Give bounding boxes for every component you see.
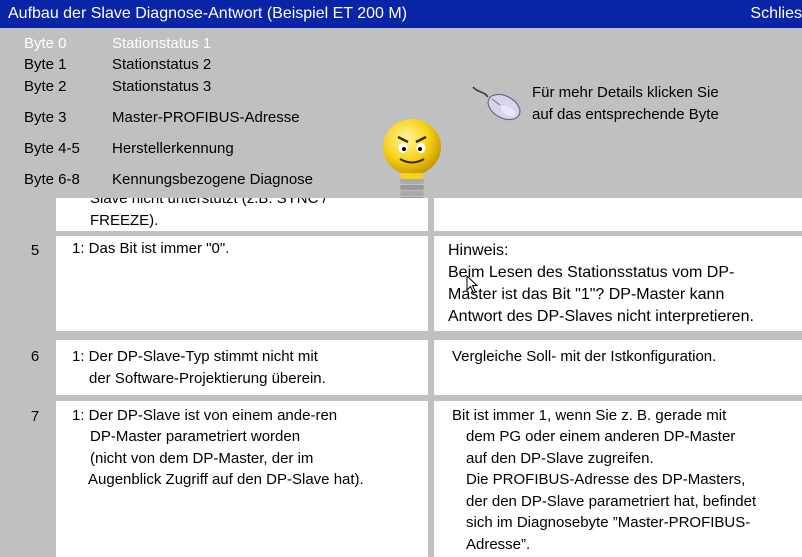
partial-line-1: Slave nicht unterstützt (z.B. SYNC / xyxy=(90,198,327,207)
remedy-line: auf den DP-Slave zugreifen. xyxy=(466,450,654,467)
remedy-line: Adresse”. xyxy=(466,536,531,553)
remedy-line: der den DP-Slave parametriert hat, befin… xyxy=(466,493,757,510)
mouse-icon xyxy=(472,86,521,121)
hint-text: Für mehr Details klicken Sie auf das ent… xyxy=(532,82,719,126)
byte-number: Byte 3 xyxy=(24,109,67,126)
partial-line-2: FREEZE). xyxy=(90,212,159,229)
remedy-cell: Bit ist immer 1, wenn Sie z. B. gerade m… xyxy=(434,401,802,557)
byte-label: Stationstatus 2 xyxy=(112,56,212,73)
meaning-line: 1: Das Bit ist immer "0". xyxy=(72,240,230,257)
window-title: Aufbau der Slave Diagnose-Antwort (Beisp… xyxy=(8,5,408,22)
remedy-line: Die PROFIBUS-Adresse des DP-Masters, xyxy=(466,471,746,488)
byte-label: Herstellerkennung xyxy=(112,140,234,157)
close-button[interactable]: Schlies xyxy=(750,0,802,28)
byte-label: Kennungsbezogene Diagnose xyxy=(112,171,313,188)
byte-number: Byte 6-8 xyxy=(24,171,80,188)
remedy-line: dem PG oder einem anderen DP-Master xyxy=(466,428,736,445)
meaning-line: DP-Master parametriert worden xyxy=(90,428,301,445)
byte-number: Byte 0 xyxy=(24,35,67,52)
meaning-line: 1: Der DP-Slave ist von einem ande-ren xyxy=(72,407,338,424)
bit-number: 7 xyxy=(30,408,40,425)
remedy-line: Master ist das Bit "1"? DP-Master kann xyxy=(448,286,725,303)
partial-remedy-cell xyxy=(434,198,802,231)
hint-line-2: auf das entsprechende Byte xyxy=(532,106,719,123)
meaning-line: (nicht von dem DP-Master, der im xyxy=(90,450,314,467)
remedy-line: Antwort des DP-Slaves nicht interpretier… xyxy=(448,308,754,325)
remedy-line: Vergleiche Soll- mit der Istkonfiguratio… xyxy=(452,348,717,365)
meaning-cell: 1: Das Bit ist immer "0". xyxy=(56,236,428,331)
byte-overview: Byte 0 Stationstatus 1 Byte 1 Stationsta… xyxy=(0,28,802,210)
meaning-line: Augenblick Zugriff auf den DP-Slave hat)… xyxy=(88,471,364,488)
bit-number: 5 xyxy=(30,242,40,259)
byte-label: Stationstatus 1 xyxy=(112,35,212,52)
byte-number: Byte 4-5 xyxy=(24,140,80,157)
meaning-line: der Software-Projektierung überein. xyxy=(89,370,326,387)
hint-line-1: Für mehr Details klicken Sie xyxy=(532,84,719,101)
meaning-cell: 1: Der DP-Slave ist von einem ande-ren D… xyxy=(56,401,428,557)
bit-number: 6 xyxy=(30,348,40,365)
remedy-cell: Vergleiche Soll- mit der Istkonfiguratio… xyxy=(434,340,802,395)
byte-label: Stationstatus 3 xyxy=(112,78,212,95)
remedy-line: Bit ist immer 1, wenn Sie z. B. gerade m… xyxy=(452,407,727,424)
title-bar: Aufbau der Slave Diagnose-Antwort (Beisp… xyxy=(0,0,802,28)
diagnosis-table: Slave nicht unterstützt (z.B. SYNC / FRE… xyxy=(0,198,802,557)
cursor-arrow-icon xyxy=(466,275,479,294)
remedy-cell: Hinweis: Beim Lesen des Stationsstatus v… xyxy=(434,236,802,331)
byte-number: Byte 2 xyxy=(24,78,67,95)
meaning-cell: 1: Der DP-Slave-Typ stimmt nicht mit der… xyxy=(56,340,428,395)
partial-meaning-cell: Slave nicht unterstützt (z.B. SYNC / FRE… xyxy=(56,198,428,231)
meaning-line: 1: Der DP-Slave-Typ stimmt nicht mit xyxy=(72,348,318,365)
remedy-line: sich im Diagnosebyte ”Master-PROFIBUS- xyxy=(466,514,751,531)
byte-number: Byte 1 xyxy=(24,56,67,73)
remedy-line: Beim Lesen des Stationsstatus vom DP- xyxy=(448,264,735,281)
byte-label: Master-PROFIBUS-Adresse xyxy=(112,109,300,126)
remedy-line: Hinweis: xyxy=(448,242,509,259)
